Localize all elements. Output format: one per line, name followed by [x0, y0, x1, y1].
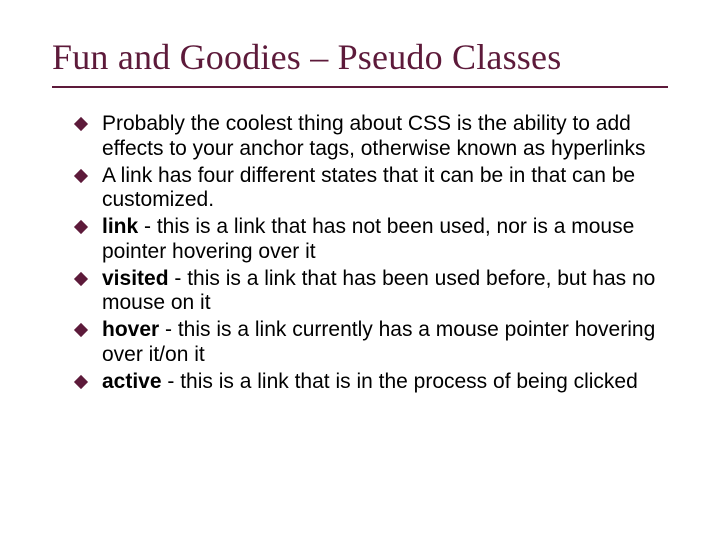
bullet-text: A link has four different states that it… — [102, 164, 635, 212]
title-rule — [52, 86, 668, 88]
bullet-text: Probably the coolest thing about CSS is … — [102, 112, 646, 160]
bullet-desc: - this is a link that is in the process … — [162, 370, 638, 393]
list-item: active - this is a link that is in the p… — [76, 370, 658, 395]
bullet-desc: - this is a link that has been used befo… — [102, 267, 655, 315]
bullet-term: link — [102, 215, 138, 238]
bullet-term: hover — [102, 318, 159, 341]
list-item: hover - this is a link currently has a m… — [76, 318, 658, 368]
list-item: visited - this is a link that has been u… — [76, 267, 658, 317]
slide-title: Fun and Goodies – Pseudo Classes — [52, 36, 668, 78]
slide: Fun and Goodies – Pseudo Classes Probabl… — [0, 0, 720, 540]
list-item: A link has four different states that it… — [76, 164, 658, 214]
bullet-term: active — [102, 370, 162, 393]
list-item: Probably the coolest thing about CSS is … — [76, 112, 658, 162]
bullet-list: Probably the coolest thing about CSS is … — [52, 112, 668, 394]
bullet-term: visited — [102, 267, 169, 290]
bullet-desc: - this is a link that has not been used,… — [102, 215, 634, 263]
bullet-desc: - this is a link currently has a mouse p… — [102, 318, 655, 366]
list-item: link - this is a link that has not been … — [76, 215, 658, 265]
